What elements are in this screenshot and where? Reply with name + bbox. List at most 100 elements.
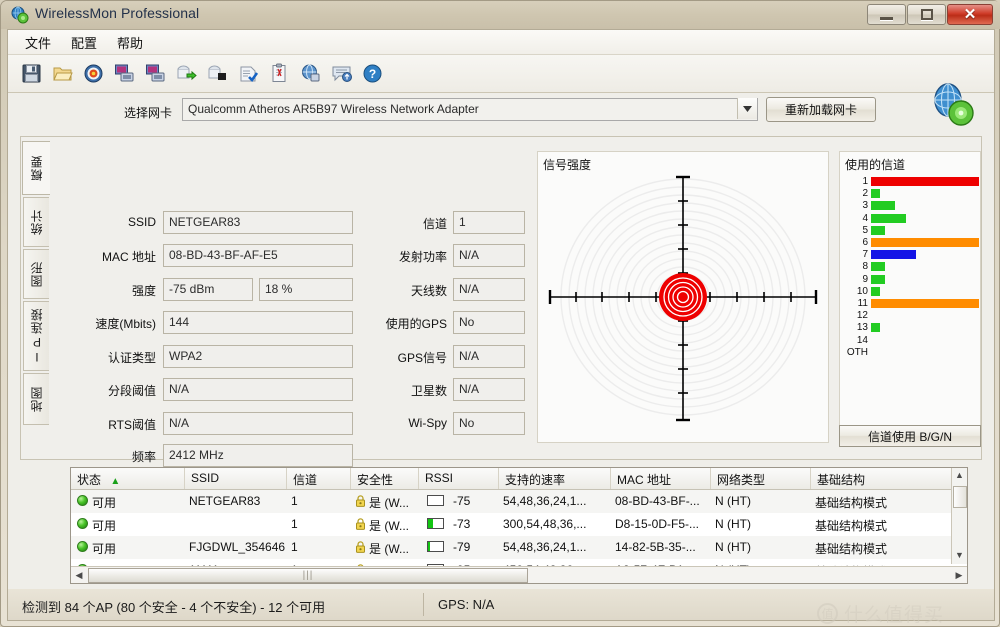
channel-usage-legend-button[interactable]: 信道使用 B/G/N [839,425,981,447]
wirelessmon-app-icon [11,6,29,24]
field-value-antenna-count[interactable]: N/A [453,278,525,301]
channel-bar [871,201,895,211]
channel-bar [871,262,886,272]
channel-label: 3 [862,200,868,212]
lock-icon [355,518,366,530]
adapter-select[interactable]: Qualcomm Atheros AR5B97 Wireless Network… [182,98,758,121]
channel-bar [871,299,979,308]
title-bar: WirelessMon Professional ✕ [1,1,1000,29]
cell-ssid [189,513,285,517]
field-value-auth-type[interactable]: WPA2 [163,345,353,368]
field-value-strength-percent[interactable]: 18 % [259,278,353,301]
vertical-scroll-thumb[interactable] [953,486,967,508]
menu-item-help[interactable]: 帮助 [108,30,152,55]
channel-row: 3 [842,200,980,211]
channel-bar [871,286,880,296]
channel-row: 12 [842,310,980,321]
svg-text:?: ? [368,67,375,81]
field-value-channel[interactable]: 1 [453,211,525,234]
menu-item-file[interactable]: 文件 [16,30,60,55]
lock-icon [355,541,366,553]
signal-comment-icon[interactable] [328,61,354,87]
reload-adapter-button[interactable]: 重新加载网卡 [766,97,876,122]
table-row[interactable]: 可用 是 (W... NETGEAR83 1 -75 54,48,36,24,1... 08… [71,490,951,513]
tab-ip-connection[interactable]: IP连接 [23,301,49,371]
channel-row: 5 [842,225,980,236]
channel-usage-title: 使用的信道 [845,158,906,172]
start-logging-icon[interactable] [173,61,199,87]
field-value-tx-power[interactable]: N/A [453,244,525,267]
channel-row: 9 [842,274,980,285]
help-icon[interactable]: ? [359,61,385,87]
scroll-down-icon[interactable]: ▼ [952,548,967,562]
horizontal-scroll-thumb[interactable]: ||| [88,568,528,583]
column-header-nettype[interactable]: 网络类型 [711,468,811,489]
column-header-rates[interactable]: 支持的速率 [499,468,611,489]
open-folder-icon[interactable] [49,61,75,87]
table-row[interactable]: 可用 是 (W... FJGDWL_354646 1 -79 54,48,36,24,1.… [71,536,951,559]
field-label-wi-spy: Wi-Spy [408,416,447,430]
field-value-speed[interactable]: 144 [163,311,353,334]
field-value-gps-used[interactable]: No [453,311,525,334]
field-label-speed: 速度(Mbits) [95,317,156,331]
tab-overview[interactable]: 概要 [22,141,50,195]
field-value-strength-dbm[interactable]: -75 dBm [163,278,253,301]
column-header-security[interactable]: 安全性 [351,468,419,489]
field-value-gps-signal[interactable]: N/A [453,345,525,368]
target-icon[interactable] [80,61,106,87]
scroll-up-icon[interactable]: ▲ [952,468,967,482]
menu-item-config[interactable]: 配置 [62,30,106,55]
table-horizontal-scrollbar[interactable]: ◀ ||| ▶ [71,566,967,583]
field-label-frequency: 频率 [131,450,156,464]
rssi-indicator [427,495,444,506]
stop-logging-icon[interactable] [204,61,230,87]
column-header-mac[interactable]: MAC 地址 [611,468,711,489]
field-value-ssid[interactable]: NETGEAR83 [163,211,353,234]
tab-map[interactable]: 地图 [23,373,49,425]
channel-bar [871,177,979,186]
rssi-indicator [427,518,444,529]
field-value-rts-threshold[interactable]: N/A [163,412,353,435]
cell-security: 是 (W... [369,519,409,533]
window-title: WirelessMon Professional [35,5,200,21]
field-label-mac: MAC 地址 [101,250,156,264]
chevron-down-icon[interactable] [737,98,757,119]
column-header-status[interactable]: 状态 ▲ [71,468,185,489]
clipboard-icon[interactable] [266,61,292,87]
close-button[interactable]: ✕ [947,4,993,25]
channel-row: 14 [842,335,980,346]
column-header-infrastructure[interactable]: 基础结构 [811,468,951,489]
cell-status: 可用 [92,519,117,533]
column-header-ssid[interactable]: SSID [185,468,287,489]
field-value-frequency[interactable]: 2412 MHz [163,444,353,467]
minimize-icon [880,16,893,20]
channel-row: 11 [842,298,980,309]
network-card-alt-icon[interactable] [142,61,168,87]
field-value-fragment-threshold[interactable]: N/A [163,378,353,401]
globe-icon[interactable] [297,61,323,87]
column-header-channel[interactable]: 信道 [287,468,351,489]
cell-channel: 1 [291,494,298,508]
channel-label: 6 [862,237,868,248]
scroll-right-icon[interactable]: ▶ [951,568,967,583]
network-card-icon[interactable] [111,61,137,87]
channel-row: 4 [842,213,980,224]
channel-row: 10 [842,286,980,297]
tab-statistics[interactable]: 统计 [23,197,49,247]
cell-mac: D8-15-0D-F5-... [615,517,700,531]
field-value-mac[interactable]: 08-BD-43-BF-AF-E5 [163,244,353,267]
table-vertical-scrollbar[interactable]: ▲ ▼ [951,468,967,564]
cell-security: 是 (W... [369,542,409,556]
report-icon[interactable] [235,61,261,87]
table-row[interactable]: 可用 是 (W... 1 -73 300,54,48,36,... D8-15-0D-F5… [71,513,951,536]
column-header-rssi[interactable]: RSSI [419,468,499,489]
sort-ascending-icon: ▲ [110,476,121,487]
minimize-button[interactable] [867,4,906,25]
scroll-left-icon[interactable]: ◀ [71,568,87,583]
save-icon[interactable] [18,61,44,87]
field-value-wi-spy[interactable]: No [453,412,525,435]
tab-graph[interactable]: 图形 [23,249,49,299]
channel-label: 9 [862,273,868,285]
field-value-satellite-count[interactable]: N/A [453,378,525,401]
maximize-button[interactable] [907,4,946,25]
